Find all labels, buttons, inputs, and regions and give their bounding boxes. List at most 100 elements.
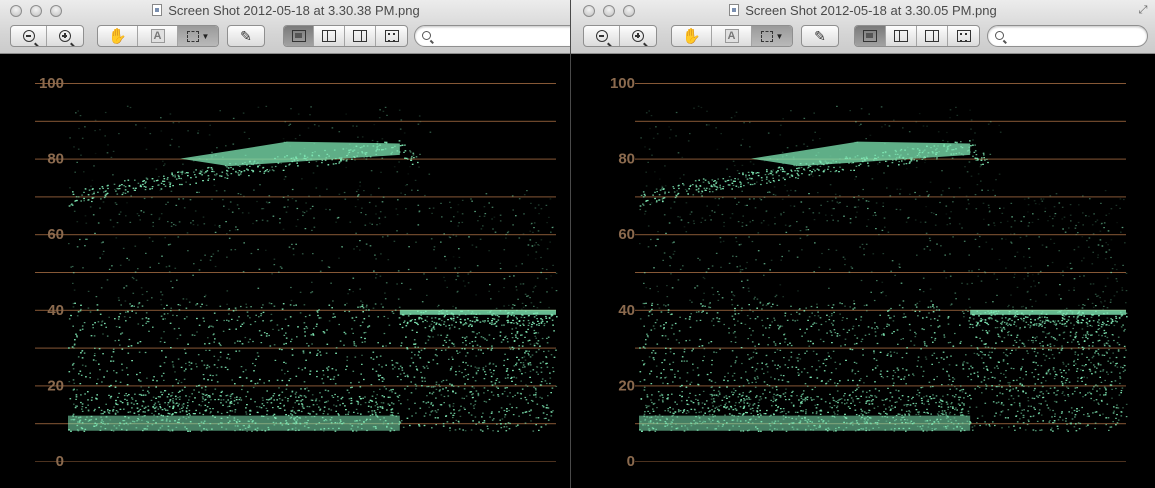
y-axis-label: 0 [627,453,635,470]
hand-icon: ✋ [682,28,701,45]
thumbnails-icon [894,30,908,42]
y-axis-label: 100 [610,75,635,92]
fullscreen-icon[interactable]: ⤢ [1137,4,1149,16]
titlebar[interactable]: Screen Shot 2012-05-18 at 3.30.38 PM.png… [0,0,572,54]
waveform-trace: 100 80 60 40 20 0 [35,75,558,470]
window-title: Screen Shot 2012-05-18 at 3.30.05 PM.png [571,3,1155,18]
gridline-100 [35,83,556,84]
annotate-button[interactable]: ✎ [228,26,264,46]
search-field[interactable] [987,25,1148,47]
zoom-controls [10,25,84,47]
rect-select-icon [760,30,773,42]
toolbar: ✋ A ▼ ✎ [571,25,1155,47]
gridline-60 [35,234,556,236]
shelf-band [970,309,1126,315]
document-icon[interactable] [729,4,740,16]
waveform-scope: 100 80 60 40 20 0 [0,55,572,488]
zoom-out-button[interactable] [11,26,47,46]
gridline-0 [635,461,1126,462]
view-contact-sheet-button[interactable] [376,26,407,46]
y-axis-label: 0 [56,453,64,470]
y-axis-label: 20 [47,377,64,394]
shadow-band [639,415,971,431]
chevron-down-icon: ▼ [775,31,784,41]
view-thumbnails-button[interactable] [886,26,917,46]
view-toc-button[interactable] [917,26,948,46]
move-tool-button[interactable]: ✋ [672,26,712,46]
gridline-100 [635,83,1126,84]
y-axis-label: 100 [39,75,64,92]
gridline-60 [635,234,1126,236]
window-title-text: Screen Shot 2012-05-18 at 3.30.38 PM.png [168,3,420,18]
annotate-control: ✎ [227,25,265,47]
highlight-band [180,141,400,167]
rect-select-icon [186,30,199,42]
view-content-only-button[interactable] [284,26,314,46]
table-of-contents-icon [353,30,367,42]
text-tool-button[interactable]: A [138,26,178,46]
document-icon[interactable] [152,4,163,16]
preview-window-left: Screen Shot 2012-05-18 at 3.30.38 PM.png… [0,0,572,488]
text-select-icon: A [150,29,165,43]
tool-mode-controls: ✋ A ▼ [671,25,793,47]
contact-sheet-icon [956,30,971,42]
luma-trace [639,105,1128,432]
y-axis-label: 80 [618,151,635,168]
gridline-90 [635,120,1126,122]
view-thumbnails-button[interactable] [314,26,345,46]
y-axis-label: 40 [618,302,635,319]
content-only-icon [291,30,306,42]
move-tool-button[interactable]: ✋ [98,26,138,46]
gridline-70 [35,196,556,198]
toolbar: ✋ A ▼ ✎ [0,25,572,47]
view-contact-sheet-button[interactable] [948,26,979,46]
contact-sheet-icon [384,30,399,42]
view-mode-controls [854,25,980,47]
gridline-30 [635,347,1126,349]
select-tool-button[interactable]: ▼ [752,26,792,46]
zoom-out-icon [595,30,612,46]
content-only-icon [863,30,877,42]
window-title-text: Screen Shot 2012-05-18 at 3.30.05 PM.png [745,3,997,18]
highlight-band [751,141,971,167]
waveform-scope: 100 80 60 40 20 0 [571,55,1155,488]
annotate-button[interactable]: ✎ [802,26,838,46]
gridline-30 [35,347,556,349]
table-of-contents-icon [925,30,939,42]
y-axis-label: 60 [618,226,635,243]
y-axis-label: 80 [47,151,64,168]
pencil-icon: ✎ [240,27,252,44]
y-axis-label: 60 [47,226,64,243]
gridline-0 [35,461,556,462]
search-icon [995,31,1004,40]
search-icon [422,31,431,40]
search-field[interactable] [414,25,572,47]
y-axis-label: 20 [618,377,635,394]
zoom-out-button[interactable] [584,26,620,46]
chevron-down-icon: ▼ [201,31,210,41]
zoom-in-button[interactable] [620,26,656,46]
zoom-in-icon [632,30,648,46]
gridline-20 [635,385,1126,387]
gridline-90 [35,120,556,122]
gridline-70 [635,196,1126,198]
text-select-icon: A [724,29,739,43]
annotate-control: ✎ [801,25,839,47]
y-axis-label: 40 [47,302,64,319]
view-content-only-button[interactable] [855,26,886,46]
thumbnails-icon [322,30,336,42]
select-tool-button[interactable]: ▼ [178,26,218,46]
view-toc-button[interactable] [345,26,376,46]
waveform-trace: 100 80 60 40 20 0 [610,75,1128,470]
pencil-icon: ✎ [814,27,826,44]
zoom-in-icon [59,30,75,46]
zoom-in-button[interactable] [47,26,83,46]
text-tool-button[interactable]: A [712,26,752,46]
preview-window-right: Screen Shot 2012-05-18 at 3.30.05 PM.png… [570,0,1155,488]
titlebar[interactable]: Screen Shot 2012-05-18 at 3.30.05 PM.png… [571,0,1155,54]
shadow-band [68,415,400,431]
gridline-20 [35,385,556,387]
luma-trace [68,105,558,432]
zoom-out-icon [22,30,39,46]
window-title: Screen Shot 2012-05-18 at 3.30.38 PM.png [0,3,572,18]
